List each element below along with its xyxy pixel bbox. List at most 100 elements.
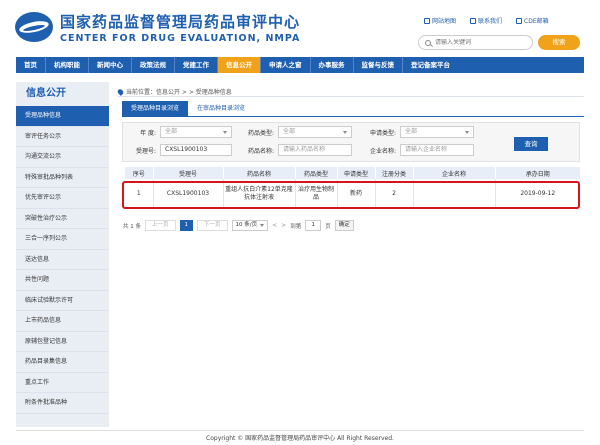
page-size-value: 10 条/页	[235, 222, 258, 228]
sitemap-icon	[424, 17, 430, 24]
chevron-right-icon[interactable]: >	[281, 222, 286, 229]
breadcrumb-text: 当前位置：信息公开 > > 受理品种信息	[126, 89, 232, 96]
sidebar-item-marketed-drugs[interactable]: 上市药品信息	[16, 311, 109, 332]
filter-drug-type: 药品类型: 全部	[240, 126, 352, 138]
col-company: 企业名称	[412, 167, 495, 179]
tab-accepted-catalogue[interactable]: 受理品种目录浏览	[122, 101, 189, 116]
accept-no-label: 受理号:	[135, 147, 156, 155]
sidebar-title: 信息公开	[26, 88, 66, 99]
nav-policy[interactable]: 政策法规	[132, 57, 175, 73]
drug-name-input[interactable]: 请输入药品名称	[278, 144, 352, 156]
email-link[interactable]: CDE邮箱	[516, 16, 549, 25]
chevron-down-icon	[260, 224, 265, 227]
filter-row-2: 受理号: CXSL1900103	[122, 144, 232, 156]
sidebar-item-excipients[interactable]: 原辅包登记信息	[16, 332, 109, 352]
sidebar-item-three-in-one[interactable]: 三合一序列公示	[16, 229, 109, 250]
chevron-left-icon[interactable]: <	[272, 222, 277, 229]
goto-page-input[interactable]: 1	[305, 220, 322, 231]
nav-home[interactable]: 首页	[16, 57, 46, 73]
filter-drug-name: 药品名称: 请输入药品名称	[240, 144, 352, 156]
sidebar-item-review-tasks[interactable]: 审评任务公示	[16, 127, 109, 147]
footer-copyright: Copyright © 国家药品监督管理局药品审评中心 All Right Re…	[206, 435, 394, 442]
site-title-en: CENTER FOR DRUG EVALUATION, NMPA	[60, 33, 301, 44]
col-accept-no: 受理号	[152, 167, 223, 179]
sidebar-item-communication[interactable]: 沟通交流公示	[16, 147, 109, 168]
footer-divider	[16, 430, 584, 431]
site-search-box	[418, 35, 533, 50]
col-index: 序号	[125, 167, 153, 179]
col-reg-class: 注册分类	[374, 167, 413, 179]
apply-type-select[interactable]: 全部	[400, 126, 474, 138]
page-size-select[interactable]: 10 条/页	[231, 220, 269, 231]
sidebar-item-priority-review[interactable]: 优先审评公示	[16, 188, 109, 209]
drug-type-select-value: 全部	[283, 128, 296, 135]
site-search-input[interactable]	[435, 39, 525, 46]
nav-party[interactable]: 党建工作	[175, 57, 218, 73]
company-label: 企业名称:	[369, 147, 396, 155]
contact-icon	[470, 17, 477, 24]
site-header: 国家药品监督管理局药品审评中心 CENTER FOR DRUG EVALUATI…	[0, 0, 600, 56]
page-unit: 页	[325, 223, 331, 230]
year-select-value: 全部	[165, 128, 178, 135]
breadcrumb: 当前位置：信息公开 > > 受理品种信息	[116, 87, 232, 96]
sidebar-item-clinical-trial[interactable]: 临床试验默示许可	[16, 291, 109, 311]
nav-feedback[interactable]: 监督与反馈	[354, 57, 403, 73]
top-links: 网站地图 联系我们 CDE邮箱	[424, 16, 549, 25]
year-select[interactable]: 全部	[160, 126, 232, 138]
sidebar-item-breakthrough[interactable]: 突破性治疗公示	[16, 209, 109, 229]
company-input[interactable]: 请输入企业名称	[400, 144, 474, 156]
chevron-down-icon	[465, 131, 469, 134]
catalogue-tabs: 受理品种目录浏览 在审品种目录浏览	[122, 101, 254, 116]
current-page-button[interactable]: 1	[179, 220, 194, 231]
accept-no-input[interactable]: CXSL1900103	[160, 144, 232, 156]
breadcrumb-divider	[118, 96, 584, 97]
nav-registration[interactable]: 登记备案平台	[403, 57, 458, 73]
col-date: 承办日期	[494, 167, 580, 179]
sidebar-item-catalogue[interactable]: 药品目录集信息	[16, 352, 109, 373]
tab-in-review-catalogue[interactable]: 在审品种目录浏览	[188, 101, 254, 116]
contact-link-label: 联系我们	[478, 18, 503, 25]
next-page-button[interactable]: 下一页	[197, 220, 228, 231]
nav-news[interactable]: 新闻中心	[89, 57, 132, 73]
site-search-button[interactable]: 搜索	[538, 35, 580, 50]
year-label: 年 度:	[140, 129, 156, 137]
col-apply-type: 申请类型	[336, 167, 375, 179]
sitemap-link-label: 网站地图	[432, 18, 457, 25]
tab-divider	[122, 116, 584, 117]
location-pin-icon	[116, 87, 125, 96]
row-highlight-box	[122, 181, 580, 209]
filter-row-1: 年 度: 全部	[122, 126, 232, 138]
nav-info-public[interactable]: 信息公开	[218, 57, 261, 73]
prev-page-button[interactable]: 上一页	[145, 220, 176, 231]
sidebar: 信息公开 受理品种信息 审评任务公示 沟通交流公示 特殊审批品种列表 优先审评公…	[16, 82, 109, 427]
total-count: 共 1 条	[123, 223, 141, 230]
sidebar-item-common-issues[interactable]: 共性问题	[16, 270, 109, 291]
search-icon	[425, 39, 431, 46]
sidebar-item-delivery[interactable]: 送达信息	[16, 250, 109, 270]
filter-company: 企业名称: 请输入企业名称	[362, 144, 474, 156]
nav-services[interactable]: 办事服务	[311, 57, 354, 73]
drug-type-label: 药品类型:	[247, 129, 274, 137]
chevron-down-icon	[343, 131, 347, 134]
sidebar-item-conditional[interactable]: 附条件批准品种	[16, 393, 109, 414]
contact-link[interactable]: 联系我们	[470, 16, 502, 25]
drug-name-label: 药品名称:	[247, 147, 274, 155]
sidebar-item-key-work[interactable]: 重点工作	[16, 373, 109, 393]
sidebar-item-accepted[interactable]: 受理品种信息	[16, 106, 109, 127]
sitemap-link[interactable]: 网站地图	[424, 16, 456, 25]
pagination: 共 1 条 上一页 1 下一页 10 条/页 < > 到第 1 页 确定	[123, 220, 354, 231]
drug-type-select[interactable]: 全部	[278, 126, 352, 138]
cde-logo[interactable]	[15, 12, 53, 42]
apply-type-label: 申请类型:	[369, 129, 396, 137]
nav-applicant[interactable]: 申请人之窗	[261, 57, 311, 73]
sidebar-item-special-approval[interactable]: 特殊审批品种列表	[16, 168, 109, 188]
col-drug-name: 药品名称	[222, 167, 295, 179]
table-header-row: 序号 受理号 药品名称 药品类型 申请类型 注册分类 企业名称 承办日期	[125, 167, 580, 179]
goto-label: 到第	[290, 223, 302, 230]
goto-confirm-button[interactable]: 确定	[334, 220, 354, 231]
mail-icon	[516, 17, 523, 24]
query-button[interactable]: 查询	[514, 137, 548, 151]
nav-about[interactable]: 机构职能	[46, 57, 89, 73]
chevron-down-icon	[223, 131, 227, 134]
site-title-cn: 国家药品监督管理局药品审评中心	[60, 13, 301, 31]
